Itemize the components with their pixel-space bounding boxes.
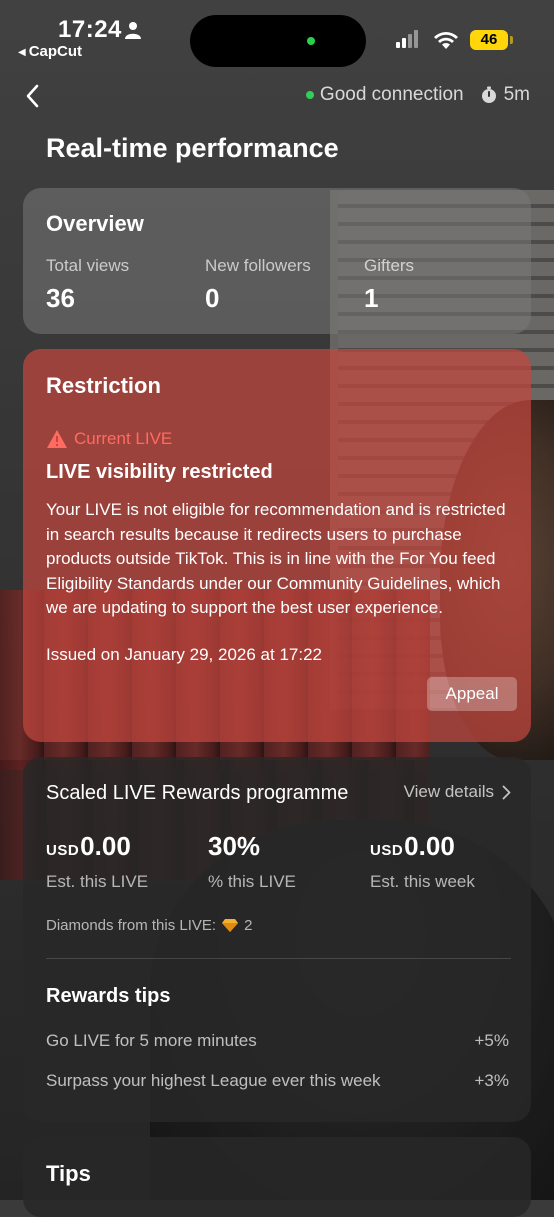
cellular-signal-icon [396, 30, 418, 48]
stat-label-total-views: Total views [46, 256, 130, 275]
est-this-live-label: Est. this LIVE [46, 872, 149, 891]
wifi-icon [434, 32, 458, 49]
rewards-title: Scaled LIVE Rewards programme [46, 782, 349, 804]
battery-level: 46 [470, 30, 508, 50]
divider [46, 958, 511, 959]
diamond-icon [222, 919, 239, 932]
overview-card: Overview Total views 36 New followers 0 … [23, 188, 531, 334]
rewards-tips-title: Rewards tips [46, 985, 171, 1007]
list-item: Surpass your highest League ever this we… [46, 1071, 509, 1091]
stat-label-new-followers: New followers [205, 256, 311, 275]
warning-icon [47, 430, 67, 448]
tips-title: Tips [46, 1161, 91, 1186]
tip-bonus: +5% [474, 1031, 510, 1050]
restriction-heading: LIVE visibility restricted [46, 461, 273, 483]
clock: 17:24 [58, 16, 122, 43]
chevron-right-icon [502, 785, 511, 799]
dynamic-island [190, 15, 366, 67]
tip-text: Go LIVE for 5 more minutes [46, 1031, 257, 1050]
back-chevron-icon[interactable] [22, 82, 44, 110]
tips-card: Tips [23, 1137, 531, 1217]
back-to-app-link[interactable]: ◀ CapCut [18, 43, 82, 60]
tip-bonus: +3% [474, 1071, 510, 1090]
status-bar: 17:24 ◀ CapCut 46 [0, 0, 554, 70]
currency-code: USD [370, 842, 404, 859]
stat-label-gifters: Gifters [364, 256, 415, 275]
issued-date: Issued on January 29, 2026 at 17:22 [46, 645, 322, 664]
est-this-week-value: USD0.00 [370, 831, 455, 861]
live-duration: 5m [503, 84, 530, 105]
current-live-tag: Current LIVE [46, 429, 172, 449]
view-details-link[interactable]: View details [404, 782, 511, 802]
connection-label: Good connection [319, 84, 464, 105]
stopwatch-icon [481, 86, 496, 103]
connection-dot-icon [305, 91, 314, 99]
est-this-live-value: USD0.00 [46, 831, 131, 861]
percent-this-live-label: % this LIVE [208, 872, 296, 891]
overview-title: Overview [46, 211, 144, 236]
rewards-card: Scaled LIVE Rewards programme View detai… [23, 757, 531, 1122]
page-title: Real-time performance [46, 133, 339, 163]
camera-indicator-icon [307, 37, 315, 45]
stat-value-total-views: 36 [46, 283, 75, 313]
stat-value-new-followers: 0 [205, 283, 220, 313]
restriction-card: Restriction Current LIVE LIVE visibility… [23, 349, 531, 742]
list-item: Go LIVE for 5 more minutes +5% [46, 1031, 509, 1051]
percent-this-live-value: 30% [208, 831, 261, 861]
battery-nub [510, 36, 513, 44]
currency-code: USD [46, 842, 80, 859]
stat-value-gifters: 1 [364, 283, 379, 313]
tip-text: Surpass your highest League ever this we… [46, 1071, 381, 1090]
diamonds-row: Diamonds from this LIVE: 2 [46, 917, 253, 934]
est-this-week-label: Est. this week [370, 872, 475, 891]
restriction-title: Restriction [46, 373, 161, 398]
person-icon [125, 22, 141, 39]
appeal-button[interactable]: Appeal [427, 677, 517, 711]
connection-status: Good connection 5m [305, 84, 530, 106]
back-triangle-icon: ◀ [18, 47, 26, 58]
restriction-body: Your LIVE is not eligible for recommenda… [46, 500, 506, 618]
